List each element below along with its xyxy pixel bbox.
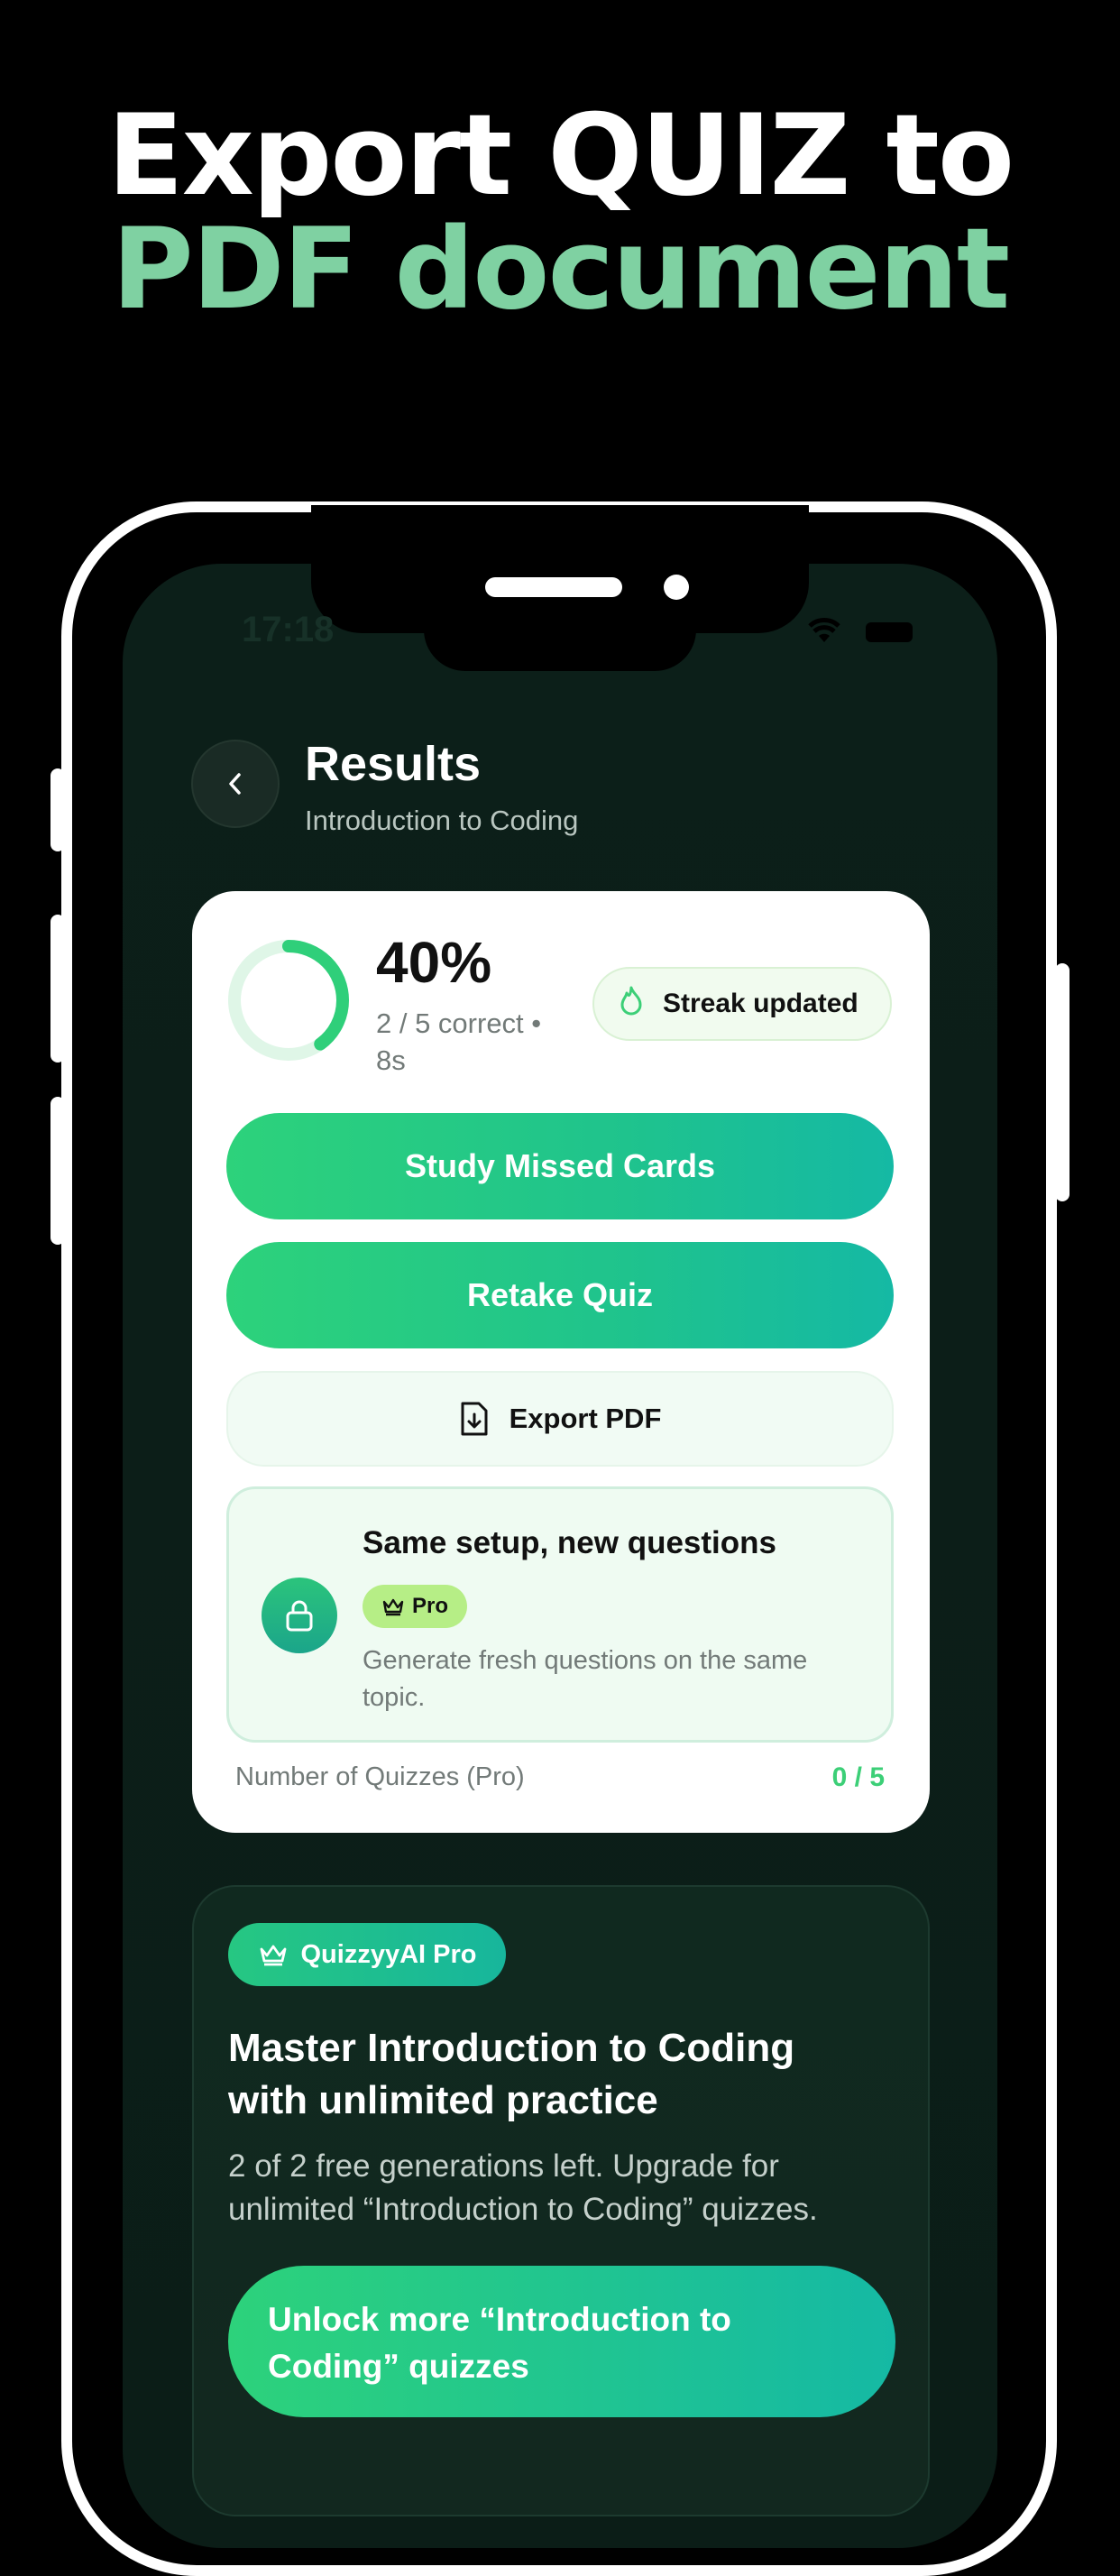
- pro-brand-label: QuizzyyAI Pro: [300, 1939, 477, 1969]
- status-time: 17:18: [242, 610, 335, 649]
- quiz-count-label: Number of Quizzes (Pro): [235, 1762, 525, 1791]
- quiz-count-value: 0 / 5: [831, 1762, 885, 1792]
- export-pdf-button[interactable]: Export PDF: [226, 1371, 894, 1467]
- pro-heading: Master Introduction to Coding with unlim…: [228, 2026, 795, 2122]
- back-button[interactable]: [191, 740, 280, 828]
- wifi-icon: [804, 613, 844, 649]
- pro-upsell-card: QuizzyyAI Pro Master Introduction to Cod…: [192, 1885, 930, 2516]
- results-card: 40% 2 / 5 correct • 8s Streak updated St…: [192, 891, 930, 1833]
- notch: [311, 505, 809, 633]
- score-percent: 40%: [376, 930, 492, 995]
- same-setup-title: Same setup, new questions: [363, 1525, 776, 1560]
- file-download-icon: [461, 1402, 488, 1436]
- streak-label: Streak updated: [663, 989, 858, 1018]
- headline: Export QUIZ to PDF document: [0, 99, 1120, 327]
- pro-description: 2 of 2 free generations left. Upgrade fo…: [228, 2148, 818, 2227]
- headline-line-1: Export QUIZ to: [106, 91, 1014, 221]
- notch-bottom: [424, 622, 696, 671]
- battery-icon: [866, 622, 913, 642]
- flame-icon: [618, 985, 645, 1024]
- headline-line-2: PDF document: [111, 205, 1010, 335]
- retake-quiz-button[interactable]: Retake Quiz: [226, 1242, 894, 1348]
- phone-power-button: [1055, 963, 1070, 1201]
- phone-volume-up: [50, 915, 65, 1063]
- crown-icon: [382, 1598, 404, 1616]
- speaker: [485, 577, 622, 597]
- same-setup-description: Generate fresh questions on the same top…: [363, 1646, 808, 1712]
- streak-badge: Streak updated: [592, 967, 892, 1041]
- pro-badge: Pro: [363, 1585, 467, 1628]
- pro-brand-badge: QuizzyyAI Pro: [228, 1923, 506, 1986]
- score-ring: [228, 940, 349, 1061]
- phone-volume-down: [50, 1097, 65, 1245]
- camera: [664, 575, 689, 600]
- chevron-left-icon: [229, 773, 241, 795]
- same-setup-card[interactable]: Same setup, new questions Pro Generate f…: [226, 1486, 894, 1743]
- page-title: Results: [305, 737, 482, 791]
- crown-icon: [260, 1945, 286, 1966]
- page-subtitle: Introduction to Coding: [305, 805, 579, 836]
- pro-badge-label: Pro: [411, 1594, 448, 1618]
- export-pdf-label: Export PDF: [509, 1403, 662, 1434]
- study-missed-button[interactable]: Study Missed Cards: [226, 1113, 894, 1219]
- score-detail: 2 / 5 correct • 8s: [376, 1007, 542, 1076]
- lock-icon: [262, 1578, 337, 1653]
- phone-side-button: [50, 768, 65, 851]
- unlock-more-button[interactable]: Unlock more “Introduction to Coding” qui…: [228, 2266, 895, 2417]
